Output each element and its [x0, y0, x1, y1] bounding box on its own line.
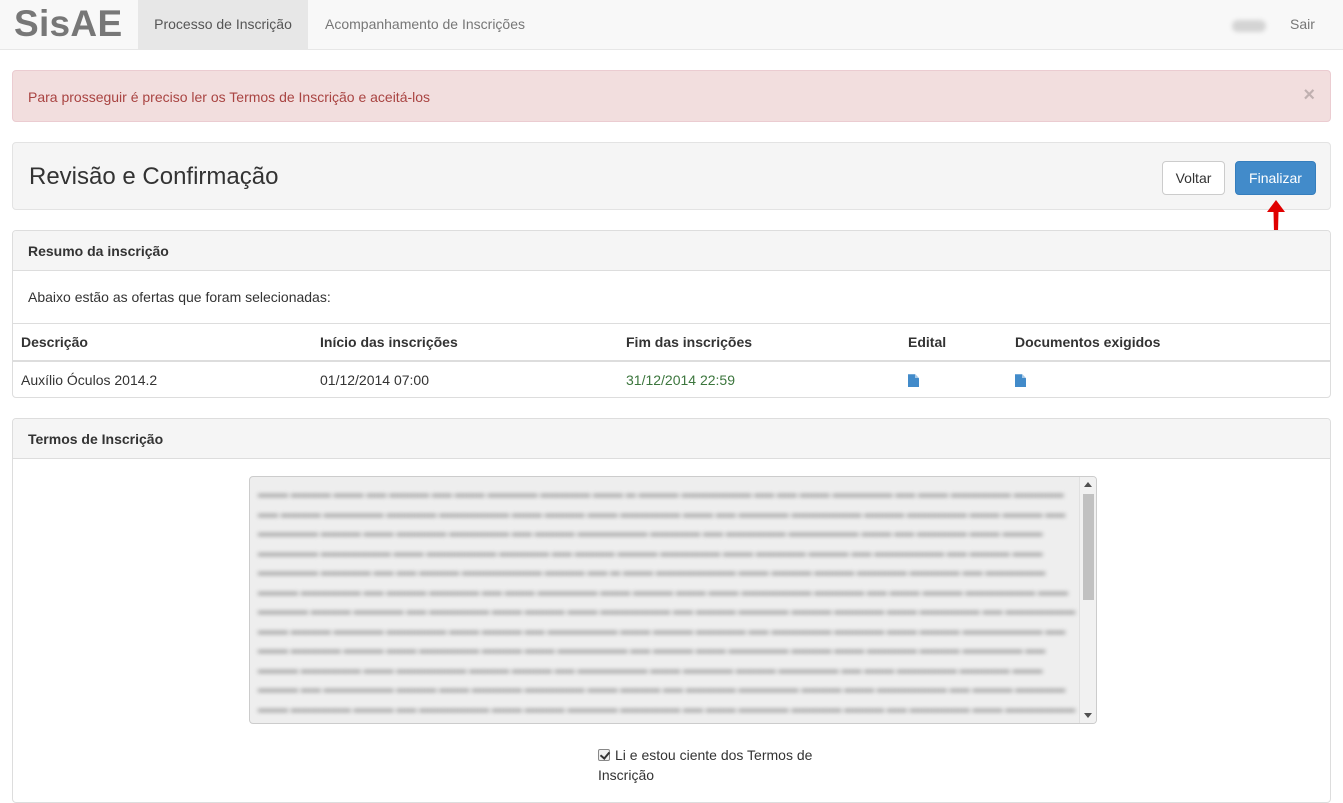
terms-scrollbar[interactable] [1079, 477, 1096, 723]
terms-checkbox[interactable] [598, 749, 610, 761]
file-icon[interactable] [1015, 374, 1026, 388]
table-header-row: Descrição Início das inscrições Fim das … [13, 323, 1330, 362]
column-header-fim: Fim das inscrições [618, 323, 900, 362]
offer-description: Auxílio Óculos 2014.2 [21, 371, 158, 388]
page-header: Revisão e Confirmação Voltar Finalizar [12, 142, 1331, 210]
offer-documents-cell [1007, 361, 1330, 398]
close-icon[interactable]: × [1303, 85, 1315, 105]
page-title: Revisão e Confirmação [29, 163, 279, 190]
scroll-down-icon[interactable] [1084, 713, 1092, 718]
summary-panel: Resumo da inscrição Abaixo estão as ofer… [12, 230, 1331, 398]
tab-processo-de-inscricao[interactable]: Processo de Inscrição [138, 0, 308, 49]
offer-start-date: 01/12/2014 07:00 [320, 371, 429, 388]
user-name-blurred [1232, 20, 1266, 32]
column-header-edital: Edital [900, 323, 1007, 362]
alert-message: Para prosseguir é preciso ler os Termos … [28, 89, 431, 105]
scroll-thumb[interactable] [1083, 494, 1094, 600]
navbar: SisAE Processo de Inscrição Acompanhamen… [0, 0, 1343, 50]
finish-button[interactable]: Finalizar [1235, 161, 1316, 195]
column-header-inicio: Início das inscrições [312, 323, 618, 362]
scroll-up-icon[interactable] [1084, 482, 1092, 487]
logout-link[interactable]: Sair [1290, 0, 1315, 49]
terms-heading: Termos de Inscrição [13, 419, 1330, 459]
terms-textarea[interactable]: ▬▬▬ ▬▬▬▬ ▬▬▬ ▬▬ ▬▬▬▬ ▬▬ ▬▬▬ ▬▬▬▬▬ ▬▬▬▬▬ … [249, 476, 1097, 724]
tab-acompanhamento-de-inscricoes[interactable]: Acompanhamento de Inscrições [308, 0, 542, 49]
offer-end-date: 31/12/2014 22:59 [626, 371, 735, 388]
terms-acceptance: Li e estou ciente dos Termos de Inscriçã… [598, 747, 838, 785]
summary-heading: Resumo da inscrição [13, 231, 1330, 271]
terms-checkbox-label[interactable]: Li e estou ciente dos Termos de Inscriçã… [598, 745, 838, 785]
error-alert: Para prosseguir é preciso ler os Termos … [12, 70, 1331, 122]
summary-intro: Abaixo estão as ofertas que foram seleci… [28, 289, 331, 305]
terms-text-blurred: ▬▬▬ ▬▬▬▬ ▬▬▬ ▬▬ ▬▬▬▬ ▬▬ ▬▬▬ ▬▬▬▬▬ ▬▬▬▬▬ … [258, 489, 1076, 715]
terms-panel: Termos de Inscrição ▬▬▬ ▬▬▬▬ ▬▬▬ ▬▬ ▬▬▬▬… [12, 418, 1331, 803]
file-icon[interactable] [908, 374, 919, 388]
back-button[interactable]: Voltar [1162, 161, 1225, 195]
column-header-descricao: Descrição [13, 323, 312, 362]
column-header-documentos: Documentos exigidos [1007, 323, 1330, 362]
offers-table: Descrição Início das inscrições Fim das … [13, 323, 1330, 398]
offer-edital-cell [900, 361, 1007, 398]
brand-logo[interactable]: SisAE [14, 4, 122, 44]
table-row: Auxílio Óculos 2014.2 01/12/2014 07:00 3… [13, 361, 1330, 398]
